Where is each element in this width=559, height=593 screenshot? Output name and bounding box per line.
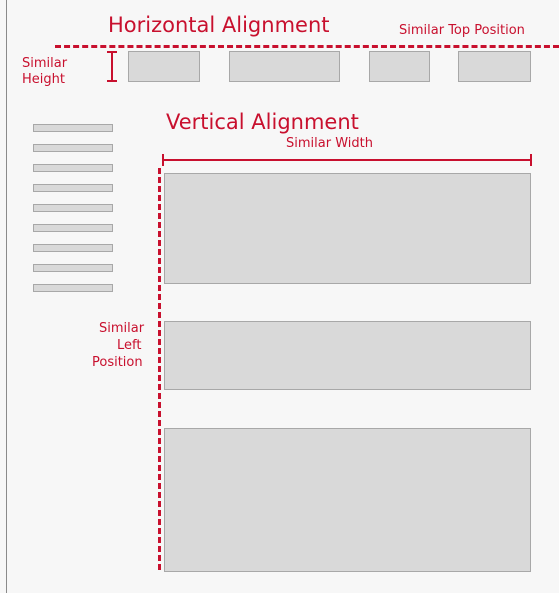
similar-height-label-line1: Similar [22, 56, 68, 71]
sidebar-list-bar [33, 164, 113, 172]
content-block-large [164, 173, 531, 284]
top-row-block [369, 51, 430, 82]
similar-left-position-label-line1: Similar [99, 321, 145, 336]
similar-left-position-label-line2: Left [117, 338, 142, 353]
sidebar-list-bar [33, 224, 113, 232]
sidebar-list-bar [33, 244, 113, 252]
similar-width-label: Similar Width [286, 136, 373, 151]
height-bracket-icon [107, 51, 117, 82]
similar-top-position-label: Similar Top Position [399, 23, 525, 38]
top-row-block [229, 51, 340, 82]
similar-left-position-label-line3: Position [92, 355, 143, 370]
sidebar-list-bar [33, 124, 113, 132]
content-block-medium [164, 321, 531, 390]
sidebar-list-bar [33, 204, 113, 212]
sidebar-list-bar [33, 184, 113, 192]
sidebar-list-bar [33, 264, 113, 272]
sidebar-list-bar [33, 284, 113, 292]
vertical-alignment-title: Vertical Alignment [166, 110, 359, 134]
top-alignment-guide-line [55, 45, 559, 48]
similar-height-label-line2: Height [22, 72, 65, 87]
left-alignment-guide-line [158, 168, 161, 570]
width-bracket-icon [162, 154, 532, 166]
sidebar-list-bar [33, 144, 113, 152]
diagram-canvas: Horizontal Alignment Similar Top Positio… [0, 0, 559, 593]
horizontal-alignment-title: Horizontal Alignment [108, 13, 330, 37]
top-row-block [458, 51, 531, 82]
top-row-block [128, 51, 200, 82]
content-block-tall [164, 428, 531, 572]
frame-border [6, 0, 7, 593]
